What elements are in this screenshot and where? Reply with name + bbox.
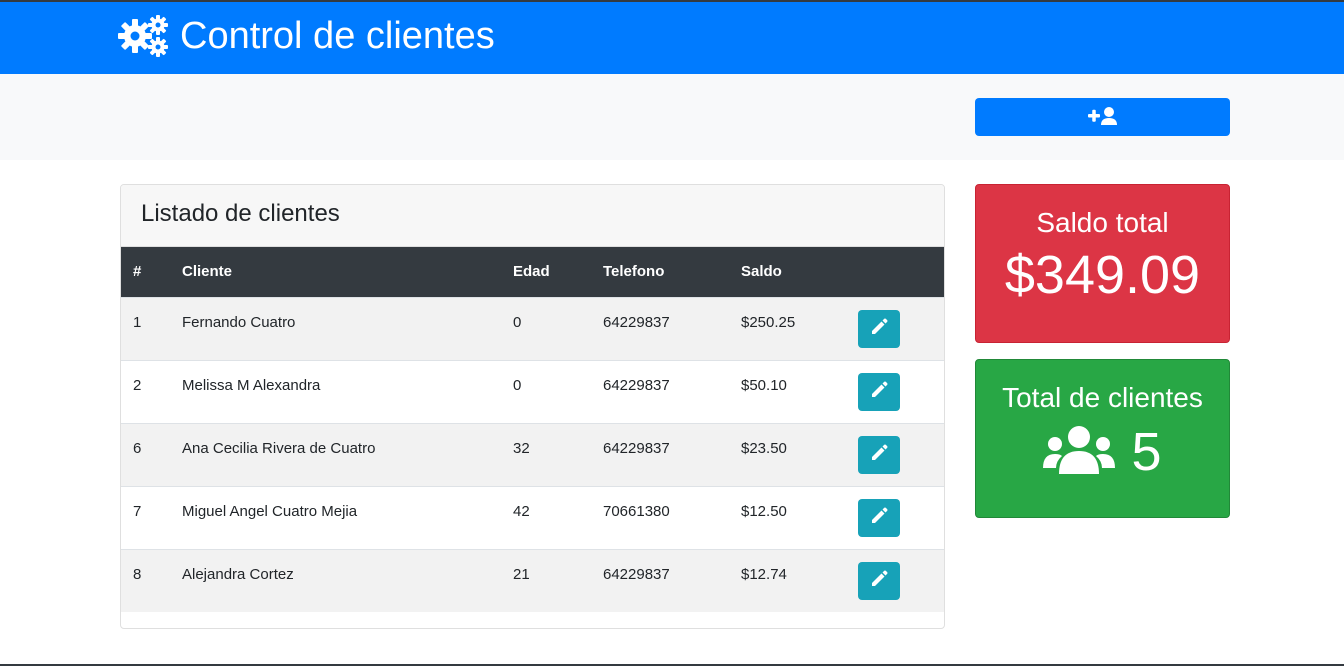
row-id: 2 <box>133 377 142 394</box>
row-phone: 64229837 <box>603 566 670 584</box>
row-id: 1 <box>133 314 142 331</box>
table-row: 2 Melissa M Alexandra 0 64229837 $50.10 <box>121 360 944 423</box>
action-bar <box>0 74 1344 160</box>
row-phone: 70661380 <box>603 503 670 520</box>
total-clients-title: Total de clientes <box>1002 382 1203 413</box>
brand: Control de clientes <box>118 14 495 58</box>
add-client-button[interactable] <box>975 98 1230 136</box>
row-client-name: Fernando Cuatro <box>182 314 296 331</box>
edit-client-button[interactable] <box>858 498 900 537</box>
edit-client-button[interactable] <box>858 435 900 474</box>
row-age: 32 <box>513 440 530 457</box>
row-client-name: Alejandra Cortez <box>182 566 294 584</box>
row-id: 7 <box>133 503 142 520</box>
pencil-icon <box>870 570 888 591</box>
row-age: 0 <box>513 377 522 394</box>
table-row: 1 Fernando Cuatro 0 64229837 $250.25 <box>121 297 944 360</box>
pencil-icon <box>870 381 888 402</box>
row-age: 42 <box>513 503 530 520</box>
total-balance-card: Saldo total $349.09 <box>975 184 1230 343</box>
total-clients-value: 5 <box>1131 422 1162 482</box>
clients-card: Listado de clientes # Cliente Edad Telef… <box>120 184 945 629</box>
row-client-name: Miguel Angel Cuatro Mejia <box>182 503 358 520</box>
user-plus-icon <box>1087 106 1118 129</box>
table-header-row: # Cliente Edad Telefono Saldo <box>121 247 944 297</box>
users-icon <box>1043 424 1116 481</box>
pencil-icon <box>870 444 888 465</box>
row-id: 6 <box>133 440 142 457</box>
table-row: 8 Alejandra Cortez 21 64229837 $12.74 <box>121 549 944 612</box>
edit-client-button[interactable] <box>858 309 900 348</box>
table-row: 7 Miguel Angel Cuatro Mejia 42 70661380 … <box>121 486 944 549</box>
pencil-icon <box>870 507 888 528</box>
column-header-actions <box>858 247 944 297</box>
column-header-client: Cliente <box>182 263 233 281</box>
app-header: Control de clientes <box>0 2 1344 74</box>
column-header-balance: Saldo <box>741 263 782 281</box>
page-title: Control de clientes <box>180 15 495 57</box>
total-balance-value: $349.09 <box>1004 245 1201 305</box>
row-balance: $250.25 <box>741 314 796 331</box>
row-client-name: Ana Cecilia Rivera de Cuatro <box>182 440 376 457</box>
column-header-age: Edad <box>513 263 550 281</box>
clients-table: # Cliente Edad Telefono Saldo 1 Fernando… <box>121 247 944 612</box>
row-phone: 64229837 <box>603 440 670 457</box>
row-balance: $12.50 <box>741 503 787 520</box>
total-clients-card: Total de clientes 5 <box>975 359 1230 518</box>
total-balance-title: Saldo total <box>1036 207 1169 238</box>
edit-client-button[interactable] <box>858 372 900 411</box>
column-header-id: # <box>133 263 142 281</box>
row-id: 8 <box>133 566 142 584</box>
row-phone: 64229837 <box>603 314 670 331</box>
row-balance: $23.50 <box>741 440 787 457</box>
row-age: 0 <box>513 314 522 331</box>
row-phone: 64229837 <box>603 377 670 394</box>
column-header-phone: Telefono <box>603 263 665 281</box>
table-row: 6 Ana Cecilia Rivera de Cuatro 32 642298… <box>121 423 944 486</box>
clients-card-title: Listado de clientes <box>121 185 944 247</box>
row-client-name: Melissa M Alexandra <box>182 377 321 394</box>
total-clients-row: 5 <box>976 422 1229 482</box>
row-balance: $12.74 <box>741 566 787 584</box>
gears-icon <box>118 14 170 58</box>
edit-client-button[interactable] <box>858 561 900 600</box>
row-balance: $50.10 <box>741 377 787 394</box>
pencil-icon <box>870 318 888 339</box>
row-age: 21 <box>513 566 530 584</box>
